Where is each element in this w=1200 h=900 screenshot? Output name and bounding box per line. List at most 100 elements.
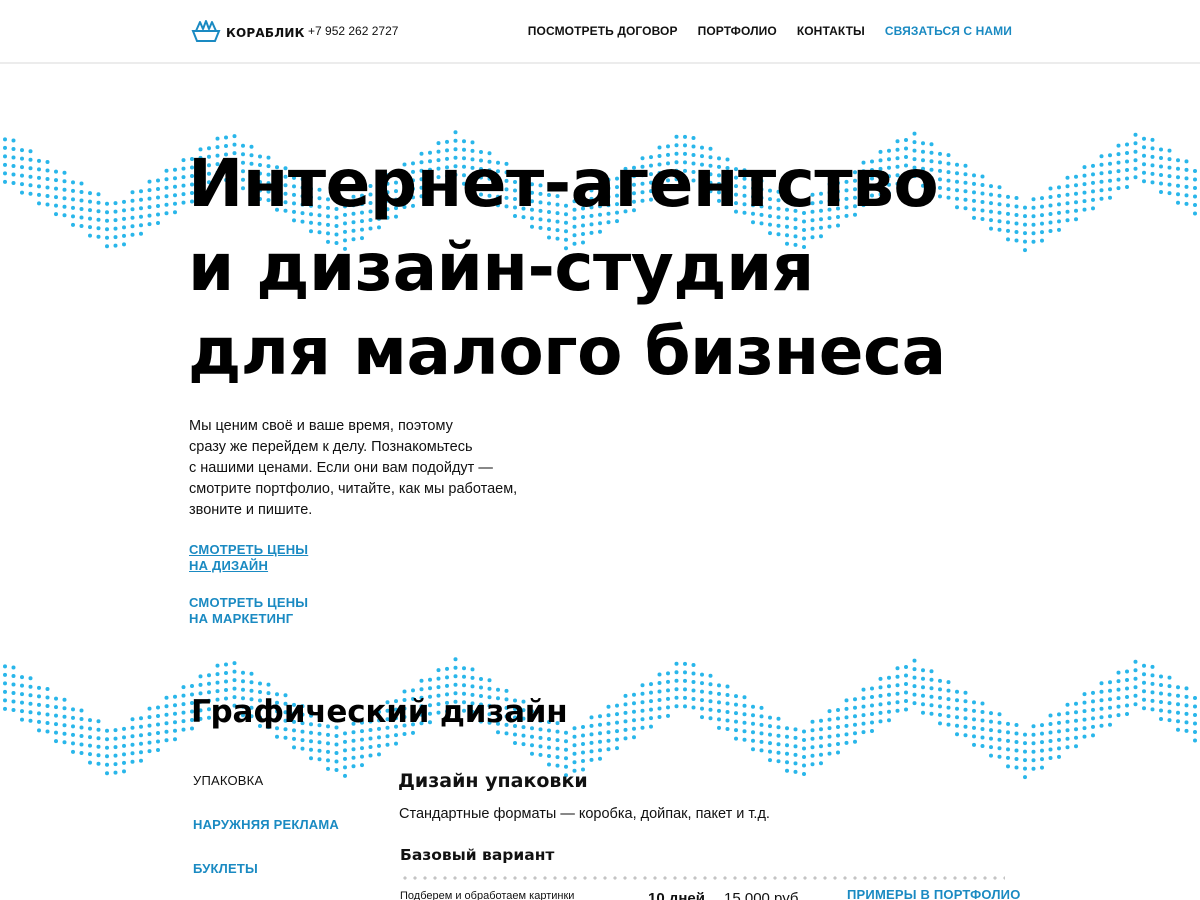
nav-portfolio[interactable]: ПОРТФОЛИО — [698, 24, 777, 38]
zigzag-dot — [1065, 192, 1070, 197]
hero-title-line: для малого бизнеса — [188, 313, 946, 390]
zigzag-dot — [1116, 713, 1121, 718]
zigzag-dot — [1184, 728, 1189, 733]
zigzag-dot — [11, 674, 16, 678]
zigzag-dot — [912, 658, 917, 663]
zigzag-dot — [742, 712, 747, 717]
zigzag-dot — [938, 704, 942, 709]
price-row-days: 10 дней — [648, 890, 705, 900]
zigzag-dot — [946, 170, 951, 175]
zigzag-dot — [1150, 154, 1155, 159]
zigzag-dot — [802, 755, 806, 759]
zigzag-dot — [810, 762, 815, 767]
marketing-prices-link[interactable]: СМОТРЕТЬ ЦЕНЫ НА МАРКЕТИНГ — [189, 595, 308, 627]
zigzag-dot — [632, 709, 636, 714]
zigzag-dot — [1040, 740, 1044, 745]
zigzag-dot — [674, 134, 679, 139]
zigzag-dot — [963, 690, 968, 695]
nav-contacts[interactable]: КОНТАКТЫ — [797, 24, 865, 38]
zigzag-dot — [45, 185, 50, 190]
zigzag-dot — [1176, 183, 1180, 188]
zigzag-dot — [1150, 673, 1155, 678]
zigzag-dot — [887, 675, 891, 680]
zigzag-dot — [1006, 764, 1010, 769]
zigzag-dot — [1074, 718, 1078, 723]
zigzag-dot — [1184, 720, 1189, 725]
zigzag-dot — [742, 703, 747, 708]
zigzag-dot — [513, 732, 517, 737]
zigzag-dot — [759, 714, 764, 719]
zigzag-dot — [37, 167, 41, 172]
zigzag-dot — [28, 149, 33, 154]
category-outdoor-ads[interactable]: НАРУЖНЯЯ РЕКЛАМА — [193, 817, 339, 861]
zigzag-dot — [870, 686, 874, 691]
zigzag-dot — [62, 204, 67, 209]
zigzag-dot — [3, 681, 7, 686]
design-prices-link[interactable]: СМОТРЕТЬ ЦЕНЫ НА ДИЗАЙН — [189, 542, 308, 574]
zigzag-dot — [989, 745, 993, 750]
zigzag-dot — [181, 693, 186, 698]
zigzag-dot — [1082, 182, 1087, 187]
zigzag-dot — [147, 213, 152, 218]
zigzag-dot — [989, 736, 993, 741]
zigzag-dot — [1133, 158, 1138, 163]
zigzag-dot — [810, 753, 815, 758]
zigzag-dot — [589, 732, 594, 737]
zigzag-dot — [105, 210, 109, 215]
zigzag-dot — [861, 704, 866, 709]
category-packaging[interactable]: УПАКОВКА — [193, 773, 339, 817]
zigzag-dot — [997, 720, 1002, 725]
zigzag-dot — [725, 710, 730, 714]
category-booklets[interactable]: БУКЛЕТЫ — [193, 861, 339, 900]
nav-contract[interactable]: ПОСМОТРЕТЬ ДОГОВОР — [528, 24, 678, 38]
zigzag-dot — [453, 682, 458, 687]
zigzag-dot — [1159, 164, 1163, 169]
zigzag-dot — [343, 748, 347, 753]
zigzag-dot — [1167, 157, 1172, 162]
zigzag-dot — [402, 732, 407, 736]
zigzag-dot — [666, 679, 670, 684]
zigzag-dot — [130, 207, 135, 212]
zigzag-dot — [759, 748, 764, 753]
zigzag-dot — [921, 693, 925, 698]
zigzag-dot — [241, 679, 245, 684]
zigzag-dot — [819, 727, 823, 732]
zigzag-dot — [351, 764, 356, 769]
zigzag-dot — [326, 741, 330, 746]
logo[interactable]: КОРАБЛИК — [191, 19, 305, 47]
zigzag-dot — [309, 756, 313, 761]
zigzag-dot — [139, 733, 143, 738]
hero-text-line: сразу же перейдем к делу. Познакомьтесь — [189, 439, 473, 455]
zigzag-dot — [572, 743, 577, 748]
zigzag-dot — [470, 684, 475, 689]
zigzag-dot — [912, 131, 917, 136]
zigzag-dot — [139, 206, 143, 211]
zigzag-dot — [1031, 724, 1036, 729]
zigzag-dot — [232, 134, 237, 139]
nav-contact-us[interactable]: СВЯЗАТЬСЯ С НАМИ — [885, 24, 1012, 38]
zigzag-dot — [28, 693, 33, 698]
zigzag-dot — [810, 745, 815, 750]
zigzag-dot — [1074, 200, 1078, 205]
zigzag-dot — [1014, 757, 1019, 761]
zigzag-dot — [1099, 689, 1104, 694]
zigzag-dot — [1082, 190, 1087, 195]
zigzag-dot — [71, 180, 75, 185]
zigzag-dot — [147, 205, 152, 210]
zigzag-dot — [1031, 231, 1036, 236]
zigzag-dot — [1023, 758, 1027, 763]
zigzag-dot — [870, 712, 874, 716]
zigzag-dot — [28, 718, 33, 723]
portfolio-examples-link[interactable]: ПРИМЕРЫ В ПОРТФОЛИО — [847, 887, 1021, 900]
zigzag-dot — [1006, 194, 1010, 199]
zigzag-dot — [1040, 731, 1044, 736]
zigzag-dot — [28, 710, 33, 715]
zigzag-dot — [666, 713, 670, 718]
zigzag-dot — [1091, 163, 1095, 168]
phone-number[interactable]: +7 952 262 2727 — [308, 24, 398, 38]
paper-boat-icon — [191, 19, 221, 47]
link-line: СМОТРЕТЬ ЦЕНЫ — [189, 542, 309, 557]
zigzag-dot — [955, 205, 959, 210]
zigzag-dot — [54, 169, 58, 174]
zigzag-dot — [734, 694, 738, 699]
